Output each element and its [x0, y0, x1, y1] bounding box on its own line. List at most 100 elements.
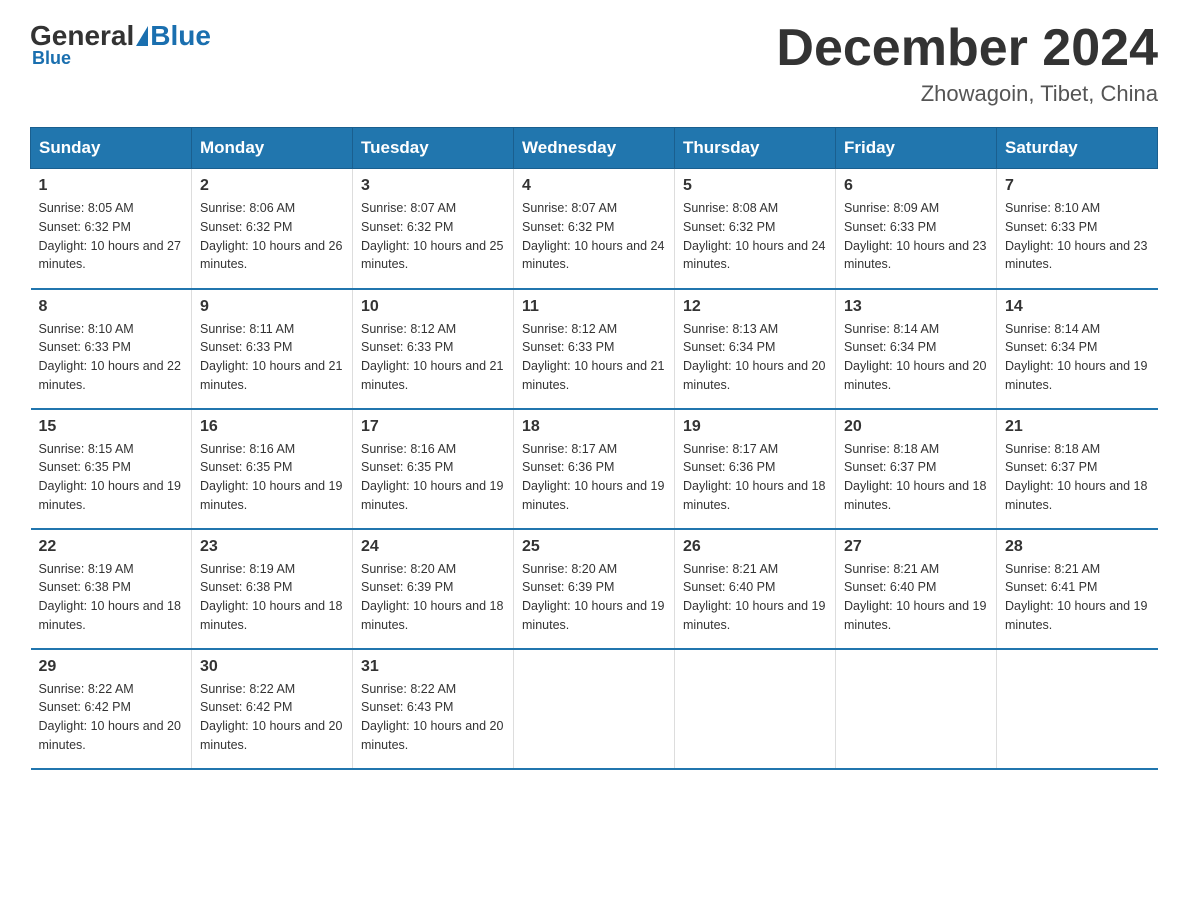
- table-row: 6 Sunrise: 8:09 AM Sunset: 6:33 PM Dayli…: [836, 169, 997, 289]
- sunrise-label: Sunrise: 8:22 AM: [39, 682, 134, 696]
- sunset-label: Sunset: 6:33 PM: [522, 340, 614, 354]
- page: General Blue Blue December 2024 Zhowagoi…: [0, 0, 1188, 790]
- sunrise-label: Sunrise: 8:18 AM: [844, 442, 939, 456]
- sunset-label: Sunset: 6:34 PM: [1005, 340, 1097, 354]
- day-number: 31: [361, 658, 505, 676]
- day-number: 12: [683, 298, 827, 316]
- sunset-label: Sunset: 6:38 PM: [39, 580, 131, 594]
- day-info: Sunrise: 8:19 AM Sunset: 6:38 PM Dayligh…: [200, 560, 344, 635]
- day-info: Sunrise: 8:12 AM Sunset: 6:33 PM Dayligh…: [522, 320, 666, 395]
- day-number: 7: [1005, 177, 1150, 195]
- day-info: Sunrise: 8:20 AM Sunset: 6:39 PM Dayligh…: [522, 560, 666, 635]
- header: General Blue Blue December 2024 Zhowagoi…: [30, 20, 1158, 107]
- month-title: December 2024: [776, 20, 1158, 77]
- day-number: 20: [844, 418, 988, 436]
- table-row: [836, 649, 997, 769]
- daylight-label: Daylight: 10 hours and 21 minutes.: [200, 359, 342, 392]
- col-thursday: Thursday: [675, 128, 836, 169]
- daylight-label: Daylight: 10 hours and 19 minutes.: [522, 599, 664, 632]
- day-info: Sunrise: 8:22 AM Sunset: 6:42 PM Dayligh…: [200, 680, 344, 755]
- table-row: 18 Sunrise: 8:17 AM Sunset: 6:36 PM Dayl…: [514, 409, 675, 529]
- table-row: 13 Sunrise: 8:14 AM Sunset: 6:34 PM Dayl…: [836, 289, 997, 409]
- day-number: 13: [844, 298, 988, 316]
- logo: General Blue Blue: [30, 20, 211, 69]
- day-info: Sunrise: 8:20 AM Sunset: 6:39 PM Dayligh…: [361, 560, 505, 635]
- table-row: 28 Sunrise: 8:21 AM Sunset: 6:41 PM Dayl…: [997, 529, 1158, 649]
- day-info: Sunrise: 8:09 AM Sunset: 6:33 PM Dayligh…: [844, 199, 988, 274]
- location-subtitle: Zhowagoin, Tibet, China: [776, 81, 1158, 107]
- sunrise-label: Sunrise: 8:13 AM: [683, 322, 778, 336]
- table-row: 27 Sunrise: 8:21 AM Sunset: 6:40 PM Dayl…: [836, 529, 997, 649]
- col-monday: Monday: [192, 128, 353, 169]
- day-info: Sunrise: 8:21 AM Sunset: 6:40 PM Dayligh…: [844, 560, 988, 635]
- daylight-label: Daylight: 10 hours and 18 minutes.: [1005, 479, 1147, 512]
- daylight-label: Daylight: 10 hours and 18 minutes.: [39, 599, 181, 632]
- daylight-label: Daylight: 10 hours and 19 minutes.: [844, 599, 986, 632]
- sunset-label: Sunset: 6:32 PM: [361, 220, 453, 234]
- day-number: 30: [200, 658, 344, 676]
- day-info: Sunrise: 8:12 AM Sunset: 6:33 PM Dayligh…: [361, 320, 505, 395]
- table-row: 19 Sunrise: 8:17 AM Sunset: 6:36 PM Dayl…: [675, 409, 836, 529]
- sunrise-label: Sunrise: 8:12 AM: [361, 322, 456, 336]
- sunset-label: Sunset: 6:32 PM: [200, 220, 292, 234]
- day-info: Sunrise: 8:21 AM Sunset: 6:40 PM Dayligh…: [683, 560, 827, 635]
- day-info: Sunrise: 8:22 AM Sunset: 6:42 PM Dayligh…: [39, 680, 184, 755]
- table-row: 31 Sunrise: 8:22 AM Sunset: 6:43 PM Dayl…: [353, 649, 514, 769]
- daylight-label: Daylight: 10 hours and 19 minutes.: [361, 479, 503, 512]
- col-saturday: Saturday: [997, 128, 1158, 169]
- daylight-label: Daylight: 10 hours and 22 minutes.: [39, 359, 181, 392]
- day-info: Sunrise: 8:17 AM Sunset: 6:36 PM Dayligh…: [683, 440, 827, 515]
- day-number: 19: [683, 418, 827, 436]
- day-info: Sunrise: 8:15 AM Sunset: 6:35 PM Dayligh…: [39, 440, 184, 515]
- sunrise-label: Sunrise: 8:17 AM: [522, 442, 617, 456]
- table-row: 20 Sunrise: 8:18 AM Sunset: 6:37 PM Dayl…: [836, 409, 997, 529]
- sunset-label: Sunset: 6:32 PM: [522, 220, 614, 234]
- table-row: [514, 649, 675, 769]
- day-number: 5: [683, 177, 827, 195]
- sunset-label: Sunset: 6:35 PM: [361, 460, 453, 474]
- table-row: 7 Sunrise: 8:10 AM Sunset: 6:33 PM Dayli…: [997, 169, 1158, 289]
- sunset-label: Sunset: 6:33 PM: [361, 340, 453, 354]
- table-row: 22 Sunrise: 8:19 AM Sunset: 6:38 PM Dayl…: [31, 529, 192, 649]
- calendar-week-row: 15 Sunrise: 8:15 AM Sunset: 6:35 PM Dayl…: [31, 409, 1158, 529]
- table-row: 12 Sunrise: 8:13 AM Sunset: 6:34 PM Dayl…: [675, 289, 836, 409]
- table-row: 2 Sunrise: 8:06 AM Sunset: 6:32 PM Dayli…: [192, 169, 353, 289]
- daylight-label: Daylight: 10 hours and 18 minutes.: [361, 599, 503, 632]
- sunrise-label: Sunrise: 8:12 AM: [522, 322, 617, 336]
- day-info: Sunrise: 8:14 AM Sunset: 6:34 PM Dayligh…: [844, 320, 988, 395]
- table-row: [675, 649, 836, 769]
- sunrise-label: Sunrise: 8:06 AM: [200, 201, 295, 215]
- sunset-label: Sunset: 6:42 PM: [39, 700, 131, 714]
- logo-triangle-icon: [136, 26, 148, 46]
- day-info: Sunrise: 8:11 AM Sunset: 6:33 PM Dayligh…: [200, 320, 344, 395]
- sunset-label: Sunset: 6:42 PM: [200, 700, 292, 714]
- daylight-label: Daylight: 10 hours and 24 minutes.: [522, 239, 664, 272]
- day-info: Sunrise: 8:10 AM Sunset: 6:33 PM Dayligh…: [1005, 199, 1150, 274]
- daylight-label: Daylight: 10 hours and 23 minutes.: [1005, 239, 1147, 272]
- day-info: Sunrise: 8:19 AM Sunset: 6:38 PM Dayligh…: [39, 560, 184, 635]
- day-number: 22: [39, 538, 184, 556]
- table-row: 15 Sunrise: 8:15 AM Sunset: 6:35 PM Dayl…: [31, 409, 192, 529]
- sunrise-label: Sunrise: 8:22 AM: [361, 682, 456, 696]
- sunrise-label: Sunrise: 8:21 AM: [844, 562, 939, 576]
- daylight-label: Daylight: 10 hours and 21 minutes.: [522, 359, 664, 392]
- day-number: 15: [39, 418, 184, 436]
- day-info: Sunrise: 8:07 AM Sunset: 6:32 PM Dayligh…: [361, 199, 505, 274]
- daylight-label: Daylight: 10 hours and 18 minutes.: [683, 479, 825, 512]
- day-info: Sunrise: 8:21 AM Sunset: 6:41 PM Dayligh…: [1005, 560, 1150, 635]
- day-number: 9: [200, 298, 344, 316]
- daylight-label: Daylight: 10 hours and 21 minutes.: [361, 359, 503, 392]
- day-number: 26: [683, 538, 827, 556]
- sunrise-label: Sunrise: 8:22 AM: [200, 682, 295, 696]
- day-info: Sunrise: 8:22 AM Sunset: 6:43 PM Dayligh…: [361, 680, 505, 755]
- sunrise-label: Sunrise: 8:20 AM: [361, 562, 456, 576]
- table-row: 14 Sunrise: 8:14 AM Sunset: 6:34 PM Dayl…: [997, 289, 1158, 409]
- sunrise-label: Sunrise: 8:11 AM: [200, 322, 294, 336]
- day-info: Sunrise: 8:18 AM Sunset: 6:37 PM Dayligh…: [1005, 440, 1150, 515]
- sunrise-label: Sunrise: 8:19 AM: [39, 562, 134, 576]
- sunset-label: Sunset: 6:40 PM: [683, 580, 775, 594]
- sunrise-label: Sunrise: 8:08 AM: [683, 201, 778, 215]
- day-number: 14: [1005, 298, 1150, 316]
- daylight-label: Daylight: 10 hours and 20 minutes.: [39, 719, 181, 752]
- sunrise-label: Sunrise: 8:16 AM: [361, 442, 456, 456]
